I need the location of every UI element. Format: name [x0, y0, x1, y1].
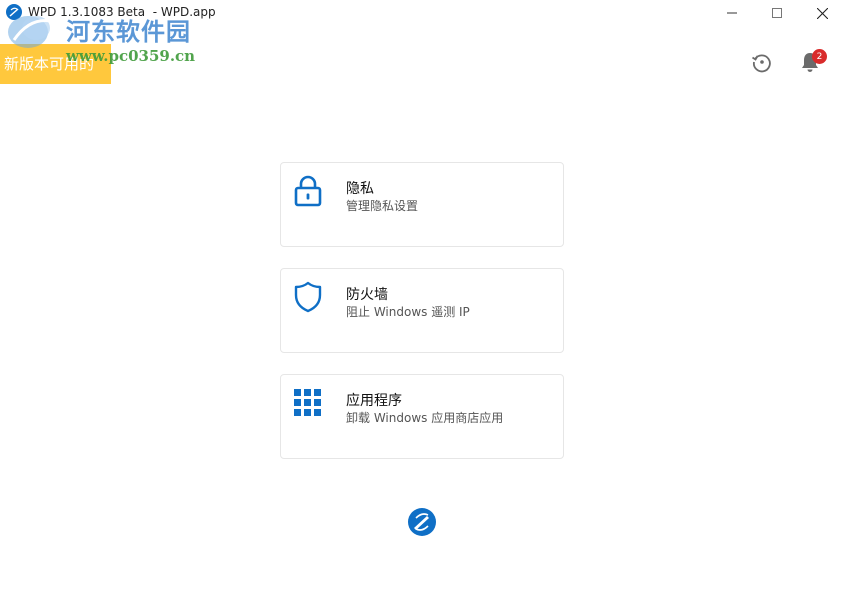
- firewall-card-subtitle: 阻止 Windows 遥测 IP: [346, 305, 470, 319]
- history-icon: [752, 54, 771, 73]
- minimize-button[interactable]: [709, 0, 755, 26]
- watermark-site-name: 河东软件园: [66, 17, 191, 46]
- privacy-card-subtitle: 管理隐私设置: [346, 199, 419, 213]
- close-button[interactable]: [799, 0, 845, 26]
- firewall-card[interactable]: 防火墙 阻止 Windows 遥测 IP: [280, 268, 564, 353]
- notification-count-badge: 2: [812, 49, 827, 64]
- watermark-logo-icon: [8, 16, 57, 48]
- grid-icon: [294, 389, 321, 416]
- apps-card-title: 应用程序: [346, 393, 402, 409]
- apps-card[interactable]: 应用程序 卸载 Windows 应用商店应用: [280, 374, 564, 459]
- minimize-icon: [727, 12, 737, 14]
- apps-card-subtitle: 卸载 Windows 应用商店应用: [346, 411, 504, 425]
- watermark-url: www.pc0359.cn: [66, 47, 196, 65]
- shield-icon: [294, 281, 322, 313]
- privacy-card-title: 隐私: [346, 181, 374, 197]
- firewall-card-title: 防火墙: [346, 287, 388, 303]
- maximize-icon: [772, 8, 782, 18]
- lock-icon: [294, 175, 322, 207]
- history-button[interactable]: [748, 48, 776, 76]
- maximize-button[interactable]: [754, 0, 800, 26]
- close-icon: [816, 7, 828, 19]
- wpd-logo-icon[interactable]: [407, 507, 437, 537]
- privacy-card[interactable]: 隐私 管理隐私设置: [280, 162, 564, 247]
